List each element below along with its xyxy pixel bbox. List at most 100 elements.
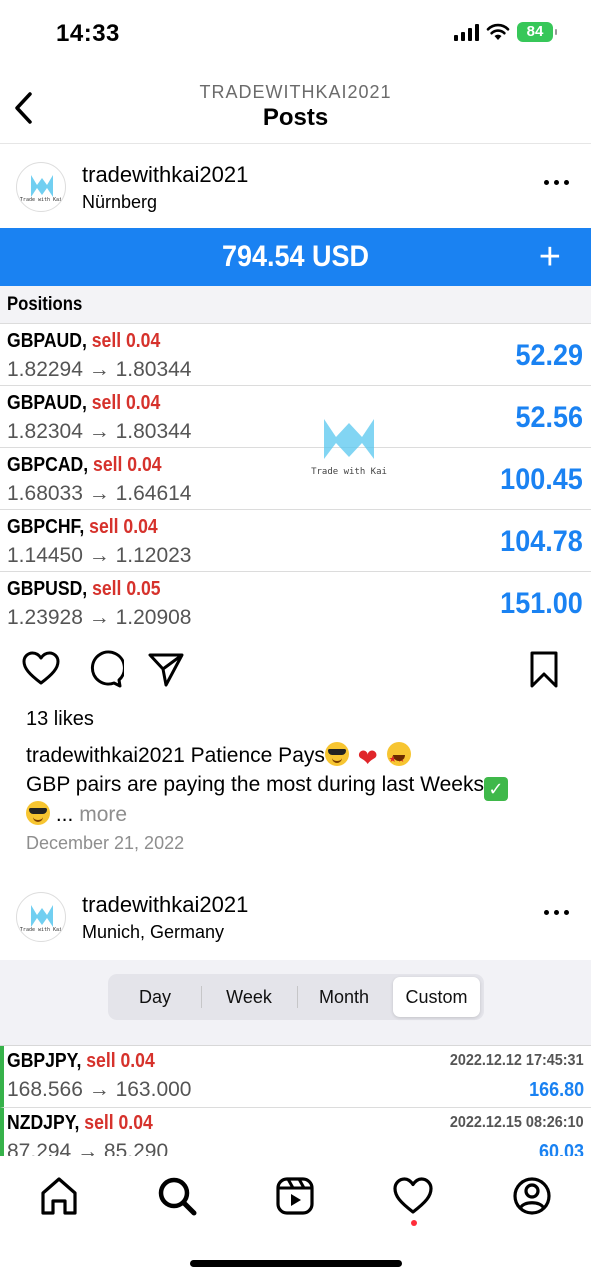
plus-icon: + bbox=[538, 236, 561, 278]
more-link[interactable]: more bbox=[79, 803, 127, 826]
status-time: 14:33 bbox=[56, 20, 120, 47]
position-prices: 1.14450 → 1.12023 bbox=[7, 544, 192, 567]
red-heart-emoji-icon: ❤ bbox=[357, 745, 378, 772]
history-row: NZDJPY, sell 0.04 2022.12.15 08:26:10 87… bbox=[0, 1108, 591, 1156]
segment-divider bbox=[297, 986, 298, 1008]
tab-custom[interactable]: Custom bbox=[393, 977, 480, 1017]
balance-value: 794.54 USD bbox=[221, 240, 370, 273]
position-symbol: GBPAUD, bbox=[7, 392, 87, 414]
tab-week[interactable]: Week bbox=[204, 977, 294, 1017]
history-prices: 168.566 → 163.000 bbox=[7, 1078, 192, 1101]
position-row: GBPCHF, sell 0.04 1.14450 → 1.12023 104.… bbox=[0, 510, 591, 572]
star-struck-emoji-icon bbox=[386, 742, 411, 773]
more-icon[interactable] bbox=[544, 180, 569, 185]
avatar-text: Trade with Kai bbox=[19, 197, 63, 203]
balance-bar: 794.54 USD + bbox=[0, 228, 591, 286]
reels-icon[interactable] bbox=[273, 1174, 317, 1218]
page-title: Posts bbox=[262, 104, 329, 131]
trade-with-kai-logo-icon bbox=[324, 419, 374, 459]
page-header: TRADEWITHKAI2021 Posts bbox=[0, 66, 591, 144]
avatar[interactable]: Trade with Kai bbox=[16, 162, 66, 212]
position-symbol: GBPAUD, bbox=[7, 330, 87, 352]
post-image[interactable]: 794.54 USD + Positions GBPAUD, sell 0.04… bbox=[0, 228, 591, 633]
position-row: GBPAUD, sell 0.04 1.82304 → 1.80344 52.5… bbox=[0, 386, 591, 448]
watermark-text: Trade with Kai bbox=[311, 467, 387, 477]
caption-line-2: GBP pairs are paying the most during las… bbox=[26, 773, 484, 796]
positions-header: Positions bbox=[0, 286, 591, 324]
post-location[interactable]: Nürnberg bbox=[82, 192, 157, 213]
caption-line-1: Patience Pays bbox=[190, 744, 325, 767]
segment-divider bbox=[201, 986, 202, 1008]
trade-with-kai-logo-icon bbox=[31, 905, 53, 927]
period-segmented-control: Day Week Month Custom bbox=[108, 974, 484, 1020]
bottom-tab-bar bbox=[0, 1156, 591, 1280]
history-prices: 87.294 → 85.290 bbox=[7, 1140, 169, 1156]
position-profit: 100.45 bbox=[500, 463, 583, 496]
caption-ellipsis: ... bbox=[55, 803, 74, 826]
more-icon[interactable] bbox=[544, 910, 569, 915]
position-side: sell 0.04 bbox=[89, 516, 158, 538]
history-profit: 60.03 bbox=[538, 1141, 584, 1156]
watermark: Trade with Kai bbox=[304, 413, 394, 483]
heart-icon[interactable] bbox=[21, 649, 61, 689]
likes-count[interactable]: 13 likes bbox=[26, 708, 94, 731]
post-location[interactable]: Munich, Germany bbox=[82, 922, 224, 943]
position-symbol: GBPCAD, bbox=[7, 454, 89, 476]
comment-icon[interactable] bbox=[84, 649, 124, 689]
wifi-icon bbox=[486, 23, 510, 40]
position-side: sell 0.04 bbox=[93, 454, 162, 476]
cellular-signal-icon bbox=[454, 23, 479, 41]
cool-emoji-icon bbox=[324, 742, 349, 766]
position-prices: 1.23928 → 1.20908 bbox=[7, 606, 192, 629]
caption-username[interactable]: tradewithkai2021 bbox=[26, 744, 185, 767]
share-icon[interactable] bbox=[146, 649, 186, 689]
position-profit: 52.56 bbox=[515, 401, 583, 434]
post-username[interactable]: tradewithkai2021 bbox=[82, 162, 248, 188]
trade-with-kai-logo-icon bbox=[31, 175, 53, 197]
home-icon[interactable] bbox=[37, 1174, 81, 1218]
position-side: sell 0.05 bbox=[92, 578, 161, 600]
history-datetime: 2022.12.12 17:45:31 bbox=[450, 1052, 584, 1069]
position-side: sell 0.04 bbox=[91, 392, 161, 414]
post-header: Trade with Kai tradewithkai2021 Munich, … bbox=[0, 874, 591, 958]
post-date: December 21, 2022 bbox=[26, 833, 185, 853]
history-side: sell 0.04 bbox=[86, 1050, 155, 1072]
position-profit: 151.00 bbox=[500, 587, 583, 620]
position-row: GBPCAD, sell 0.04 1.68033 → 1.64614 100.… bbox=[0, 448, 591, 510]
position-row: GBPUSD, sell 0.05 1.23928 → 1.20908 151.… bbox=[0, 572, 591, 633]
bookmark-icon[interactable] bbox=[524, 649, 564, 689]
position-profit: 52.29 bbox=[515, 339, 583, 372]
position-symbol: GBPUSD, bbox=[7, 578, 88, 600]
status-icons: 84 bbox=[454, 22, 557, 42]
position-row: GBPAUD, sell 0.04 1.82294 → 1.80344 52.2… bbox=[0, 324, 591, 386]
position-profit: 104.78 bbox=[500, 525, 583, 558]
post-username[interactable]: tradewithkai2021 bbox=[82, 892, 248, 918]
tab-month[interactable]: Month bbox=[300, 977, 388, 1017]
search-icon[interactable] bbox=[155, 1174, 199, 1218]
profile-icon[interactable] bbox=[510, 1174, 554, 1218]
battery-level: 84 bbox=[526, 23, 544, 40]
position-prices: 1.68033 → 1.64614 bbox=[7, 482, 192, 505]
notification-dot bbox=[411, 1220, 417, 1226]
position-prices: 1.82294 → 1.80344 bbox=[7, 358, 192, 381]
post-caption: tradewithkai2021 Patience Pays ❤ GBP pai… bbox=[26, 742, 571, 829]
check-mark-emoji-icon: ✓ bbox=[483, 777, 508, 801]
position-symbol: GBPCHF, bbox=[7, 516, 85, 538]
history-profit: 166.80 bbox=[528, 1079, 584, 1101]
period-selector-area: Day Week Month Custom bbox=[0, 960, 591, 1046]
status-bar: 14:33 84 bbox=[0, 0, 591, 66]
position-side: sell 0.04 bbox=[91, 330, 161, 352]
history-side: sell 0.04 bbox=[84, 1112, 153, 1134]
activity-heart-icon[interactable] bbox=[391, 1174, 435, 1218]
account-name: TRADEWITHKAI2021 bbox=[199, 82, 392, 102]
tab-day[interactable]: Day bbox=[112, 977, 198, 1017]
history-row: GBPJPY, sell 0.04 2022.12.12 17:45:31 16… bbox=[0, 1046, 591, 1108]
post-image[interactable]: Day Week Month Custom GBPJPY, sell 0.04 … bbox=[0, 960, 591, 1156]
history-datetime: 2022.12.15 08:26:10 bbox=[450, 1114, 584, 1131]
post-actions bbox=[0, 645, 591, 695]
post-header: Trade with Kai tradewithkai2021 Nürnberg bbox=[0, 144, 591, 228]
avatar[interactable]: Trade with Kai bbox=[16, 892, 66, 942]
cool-emoji-icon bbox=[26, 801, 50, 825]
home-indicator bbox=[190, 1260, 402, 1267]
history-symbol: GBPJPY, bbox=[7, 1050, 82, 1072]
